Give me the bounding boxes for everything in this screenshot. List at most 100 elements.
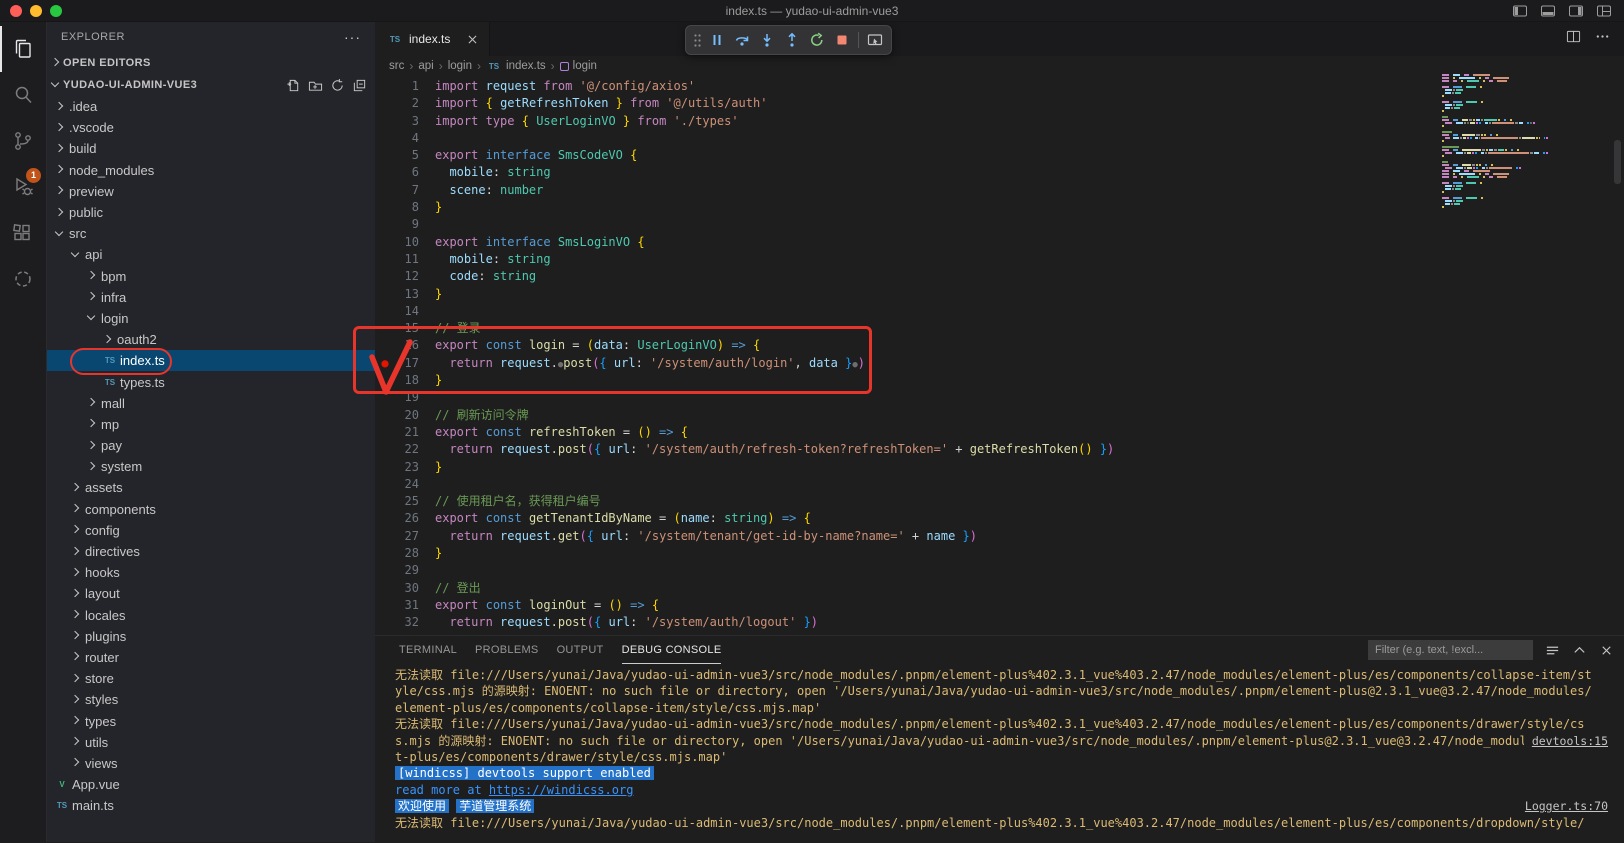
code-line-30[interactable]: 30// 登出	[375, 580, 1624, 597]
tree-item-build[interactable]: build	[47, 138, 375, 159]
breakpoint-gutter[interactable]	[375, 476, 395, 493]
tree-item-system[interactable]: system	[47, 456, 375, 477]
tree-item-.vscode[interactable]: .vscode	[47, 117, 375, 138]
console-link[interactable]: https://windicss.org	[489, 783, 634, 797]
toggle-secondary-sidebar-icon[interactable]	[1568, 3, 1584, 19]
breakpoint-icon[interactable]: ●	[375, 355, 395, 372]
code-line-9[interactable]: 9	[375, 216, 1624, 233]
split-editor-icon[interactable]	[1566, 29, 1581, 49]
tree-item-store[interactable]: store	[47, 668, 375, 689]
breakpoint-gutter[interactable]	[375, 424, 395, 441]
breakpoint-gutter[interactable]	[375, 113, 395, 130]
code-line-32[interactable]: 32 return request.post({ url: '/system/a…	[375, 614, 1624, 631]
breakpoint-gutter[interactable]	[375, 528, 395, 545]
activity-chatgpt-icon[interactable]	[0, 256, 46, 302]
tree-item-router[interactable]: router	[47, 647, 375, 668]
breakpoint-gutter[interactable]	[375, 372, 395, 389]
code-line-6[interactable]: 6 mobile: string	[375, 164, 1624, 181]
breakpoint-gutter[interactable]	[375, 251, 395, 268]
console-actions-icon[interactable]	[1545, 643, 1560, 658]
console-filter-input[interactable]	[1368, 640, 1533, 660]
tree-item-locales[interactable]: locales	[47, 605, 375, 626]
tree-item-preview[interactable]: preview	[47, 181, 375, 202]
tree-item-index.ts[interactable]: TSindex.ts	[47, 350, 375, 371]
panel-tab-problems[interactable]: PROBLEMS	[475, 636, 539, 664]
activity-extensions-icon[interactable]	[0, 210, 46, 256]
new-folder-icon[interactable]	[308, 78, 323, 93]
tree-item-config[interactable]: config	[47, 520, 375, 541]
tree-item-plugins[interactable]: plugins	[47, 626, 375, 647]
tree-item-node_modules[interactable]: node_modules	[47, 160, 375, 181]
customize-layout-icon[interactable]	[1596, 3, 1612, 19]
editor-more-actions-icon[interactable]	[1595, 29, 1610, 49]
tree-item-main.ts[interactable]: TSmain.ts	[47, 795, 375, 816]
breakpoint-gutter[interactable]	[375, 268, 395, 285]
tree-item-assets[interactable]: assets	[47, 477, 375, 498]
code-line-14[interactable]: 14	[375, 303, 1624, 320]
tree-item-pay[interactable]: pay	[47, 435, 375, 456]
code-line-5[interactable]: 5export interface SmsCodeVO {	[375, 147, 1624, 164]
code-line-19[interactable]: 19	[375, 389, 1624, 406]
activity-source-control-icon[interactable]	[0, 118, 46, 164]
minimize-window-button[interactable]	[30, 5, 42, 17]
tree-item-types.ts[interactable]: TStypes.ts	[47, 371, 375, 392]
tree-item-types[interactable]: types	[47, 710, 375, 731]
close-tab-icon[interactable]	[468, 35, 477, 44]
console-source-link[interactable]: Logger.ts:70	[1525, 798, 1624, 814]
breadcrumb-item-login[interactable]: login	[560, 60, 597, 72]
code-line-13[interactable]: 13}	[375, 286, 1624, 303]
breakpoint-gutter[interactable]	[375, 164, 395, 181]
console-source-link[interactable]: devtools:15	[1532, 733, 1624, 749]
breakpoint-gutter[interactable]	[375, 459, 395, 476]
project-section-header[interactable]: YUDAO-UI-ADMIN-VUE3	[47, 74, 375, 96]
breakpoint-gutter[interactable]	[375, 216, 395, 233]
code-line-3[interactable]: 3import type { UserLoginVO } from './typ…	[375, 113, 1624, 130]
step-into-button[interactable]	[755, 28, 779, 52]
tree-item-.idea[interactable]: .idea	[47, 96, 375, 117]
open-devtools-icon[interactable]	[863, 28, 887, 52]
tree-item-hooks[interactable]: hooks	[47, 562, 375, 583]
breakpoint-gutter[interactable]	[375, 614, 395, 631]
breakpoint-gutter[interactable]	[375, 320, 395, 337]
minimap[interactable]	[1442, 74, 1548, 209]
pause-button[interactable]	[705, 28, 729, 52]
breakpoint-gutter[interactable]	[375, 147, 395, 164]
code-line-28[interactable]: 28}	[375, 545, 1624, 562]
code-line-11[interactable]: 11 mobile: string	[375, 251, 1624, 268]
tree-item-views[interactable]: views	[47, 753, 375, 774]
code-line-24[interactable]: 24	[375, 476, 1624, 493]
code-line-27[interactable]: 27 return request.get({ url: '/system/te…	[375, 528, 1624, 545]
code-line-1[interactable]: 1import request from '@/config/axios'	[375, 78, 1624, 95]
breakpoint-gutter[interactable]	[375, 303, 395, 320]
tree-item-App.vue[interactable]: VApp.vue	[47, 774, 375, 795]
close-window-button[interactable]	[10, 5, 22, 17]
tree-item-bpm[interactable]: bpm	[47, 266, 375, 287]
tree-item-mall[interactable]: mall	[47, 393, 375, 414]
code-line-21[interactable]: 21export const refreshToken = () => {	[375, 424, 1624, 441]
code-line-2[interactable]: 2import { getRefreshToken } from '@/util…	[375, 95, 1624, 112]
breadcrumb-item-api[interactable]: api	[418, 60, 433, 72]
breakpoint-gutter[interactable]	[375, 389, 395, 406]
tree-item-mp[interactable]: mp	[47, 414, 375, 435]
open-editors-section[interactable]: OPEN EDITORS	[47, 52, 375, 74]
activity-run-debug-icon[interactable]: 1	[0, 164, 46, 210]
editor-scrollbar[interactable]	[1614, 140, 1621, 184]
tree-item-directives[interactable]: directives	[47, 541, 375, 562]
breakpoint-gutter[interactable]	[375, 580, 395, 597]
breakpoint-gutter[interactable]	[375, 78, 395, 95]
tree-item-public[interactable]: public	[47, 202, 375, 223]
tree-item-oauth2[interactable]: oauth2	[47, 329, 375, 350]
code-line-16[interactable]: 16export const login = (data: UserLoginV…	[375, 337, 1624, 354]
zoom-window-button[interactable]	[50, 5, 62, 17]
panel-tab-debug-console[interactable]: DEBUG CONSOLE	[622, 636, 722, 664]
breakpoint-gutter[interactable]	[375, 130, 395, 147]
breakpoint-gutter[interactable]	[375, 234, 395, 251]
toggle-primary-sidebar-icon[interactable]	[1512, 3, 1528, 19]
code-line-18[interactable]: 18}	[375, 372, 1624, 389]
breadcrumb-item-src[interactable]: src	[389, 60, 404, 72]
breakpoint-gutter[interactable]	[375, 562, 395, 579]
tree-item-infra[interactable]: infra	[47, 287, 375, 308]
code-line-10[interactable]: 10export interface SmsLoginVO {	[375, 234, 1624, 251]
maximize-panel-icon[interactable]	[1572, 643, 1587, 658]
code-line-29[interactable]: 29	[375, 562, 1624, 579]
